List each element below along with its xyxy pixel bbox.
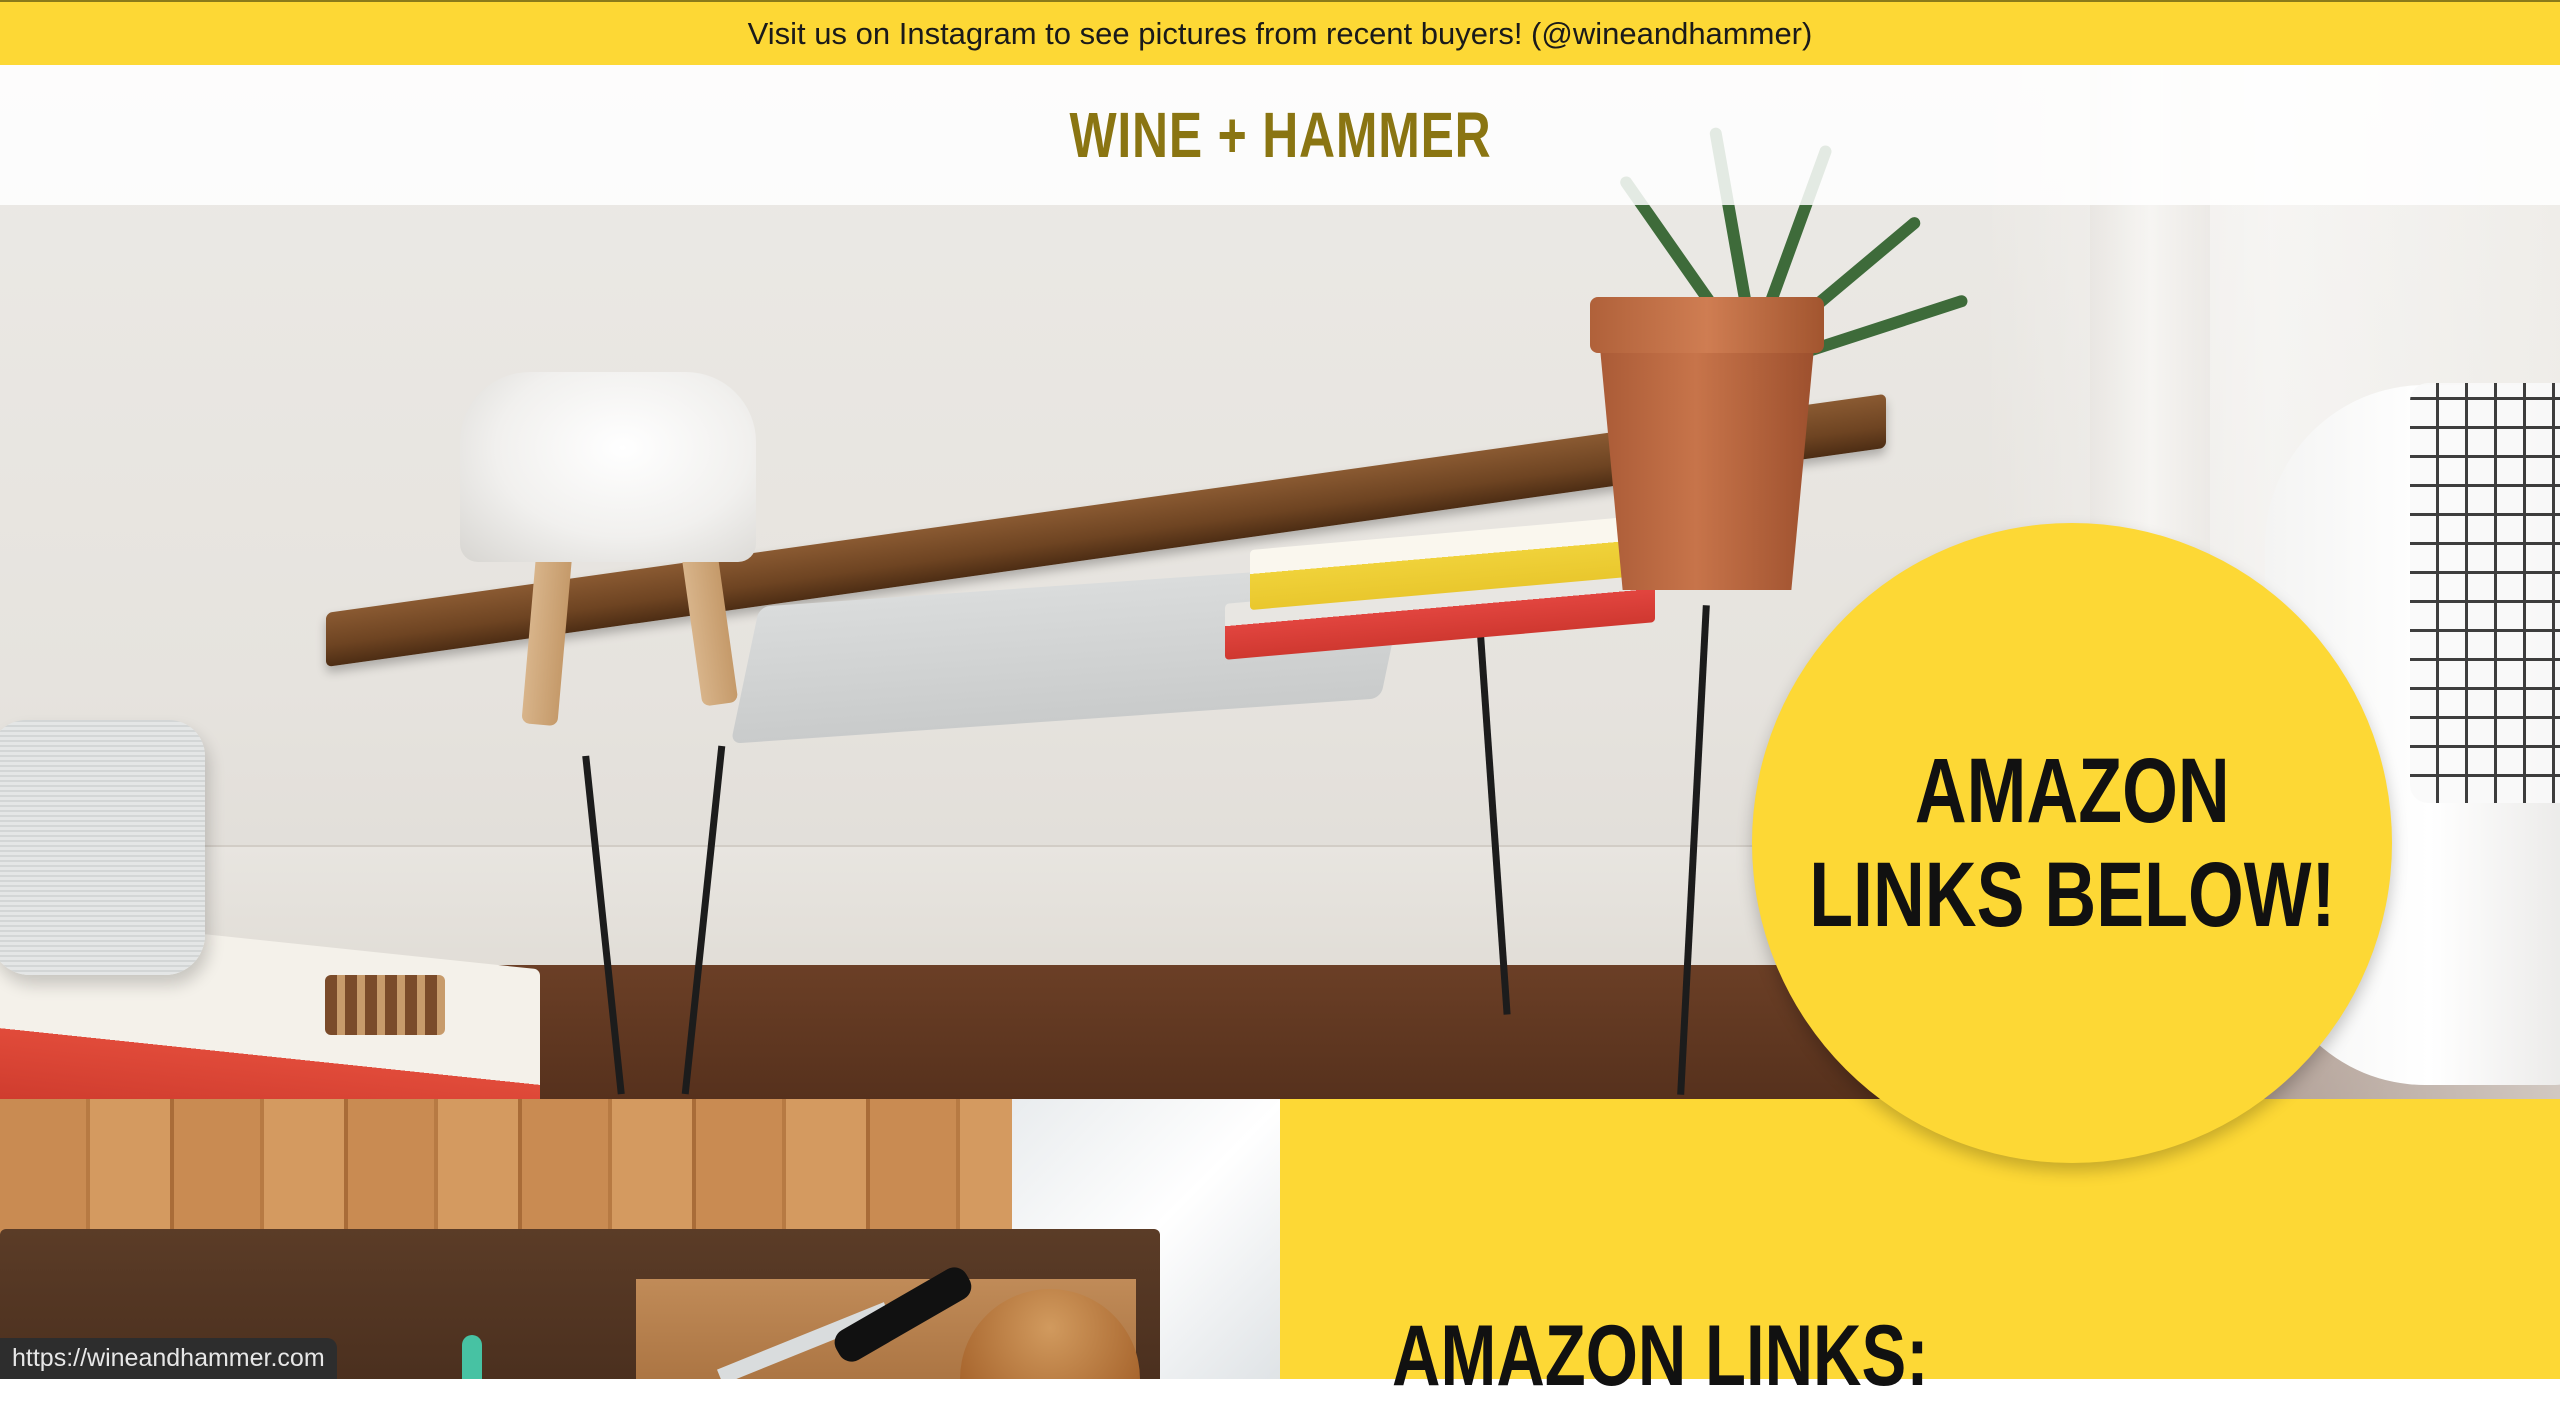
cutting-board-image: [0, 1099, 1280, 1379]
badge-line-2: LINKS BELOW!: [1808, 844, 2336, 946]
announcement-text[interactable]: Visit us on Instagram to see pictures fr…: [748, 16, 1813, 52]
site-title-logo[interactable]: WINE + HAMMER: [1069, 98, 1491, 172]
speaker: [0, 720, 205, 975]
badge-line-1: AMAZON: [1914, 740, 2230, 842]
announcement-bar[interactable]: Visit us on Instagram to see pictures fr…: [0, 0, 2560, 65]
amazon-links-badge: AMAZON LINKS BELOW!: [1752, 523, 2392, 1163]
green-utensil: [462, 1335, 482, 1379]
wood-block: [325, 975, 445, 1035]
amazon-links-heading: AMAZON LINKS:: [1392, 1308, 1929, 1404]
amazon-links-section: AMAZON LINKS:: [1280, 1099, 2560, 1404]
badge-text: AMAZON LINKS BELOW!: [1809, 739, 2335, 947]
lamp-shade: [460, 372, 756, 562]
terracotta-pot-rim: [1590, 297, 1824, 353]
status-bar-url: https://wineandhammer.com: [0, 1338, 337, 1379]
hero-grid-pillow: [2410, 383, 2560, 803]
site-header: WINE + HAMMER: [0, 65, 2560, 205]
